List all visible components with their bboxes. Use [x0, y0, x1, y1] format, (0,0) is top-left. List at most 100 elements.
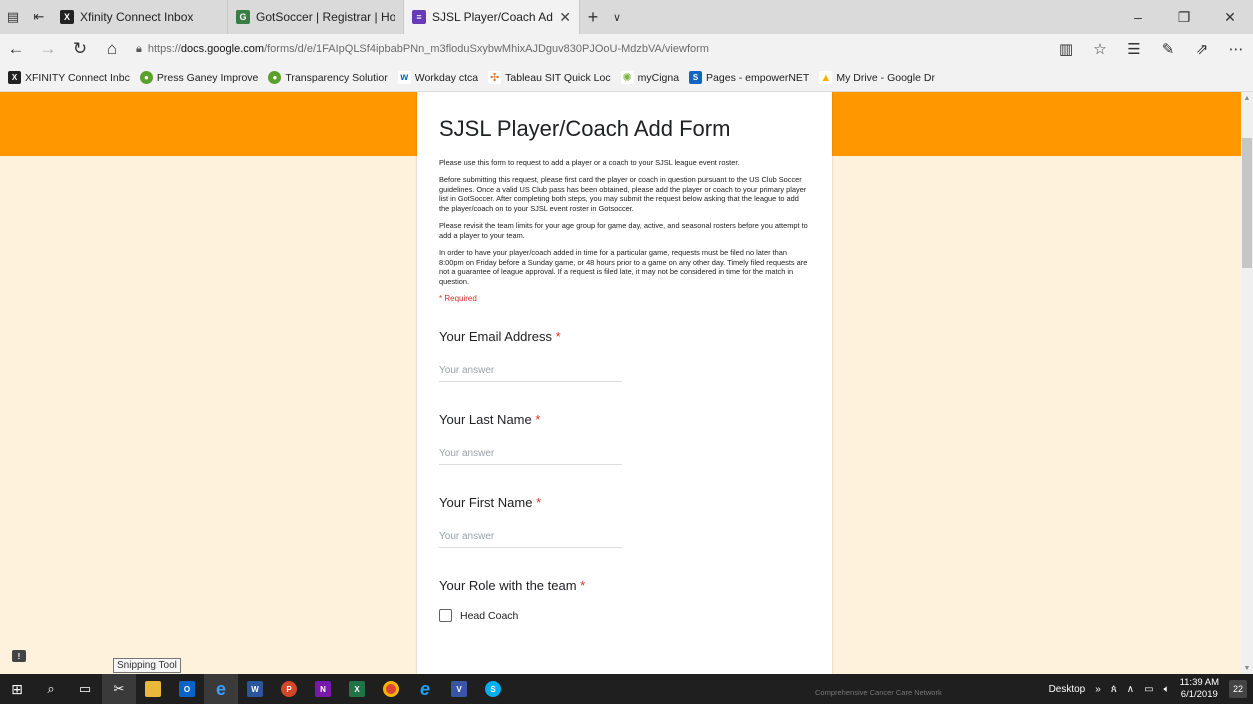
- maximize-button[interactable]: ❐: [1161, 0, 1207, 34]
- skype-icon[interactable]: S: [476, 674, 510, 704]
- excel-logo-icon: X: [349, 681, 365, 697]
- url-field[interactable]: 🔒︎ https://docs.google.com/forms/d/e/1FA…: [136, 37, 996, 61]
- scroll-down-icon[interactable]: ▼: [1241, 662, 1253, 674]
- favorite-press-ganey[interactable]: ● Press Ganey Improve: [139, 71, 259, 84]
- word-icon[interactable]: W: [238, 674, 272, 704]
- checkbox[interactable]: [439, 609, 452, 623]
- visio-icon[interactable]: V: [442, 674, 476, 704]
- description-paragraph: Before submitting this request, please f…: [439, 175, 807, 213]
- favorite-label: XFINITY Connect Inbc: [25, 71, 130, 84]
- windows-start-icon[interactable]: ⊞: [0, 674, 34, 704]
- visio-logo-icon: V: [451, 681, 467, 697]
- snipping-tool-tooltip: Snipping Tool: [113, 658, 181, 673]
- refresh-icon[interactable]: ↻: [64, 39, 96, 59]
- question-label: Your Email Address: [439, 329, 552, 345]
- form-title: SJSL Player/Coach Add Form: [439, 116, 731, 141]
- toolbar-expand-icon[interactable]: »: [1095, 684, 1101, 695]
- feedback-icon[interactable]: !: [12, 650, 26, 662]
- action-center-icon[interactable]: 22: [1229, 680, 1247, 698]
- description-paragraph: In order to have your player/coach added…: [439, 248, 808, 286]
- new-tab-button[interactable]: +: [580, 0, 606, 34]
- page-scrollbar[interactable]: ▲ ▼: [1241, 92, 1253, 674]
- onenote-icon[interactable]: N: [306, 674, 340, 704]
- favorite-google-drive[interactable]: ▲ My Drive - Google Dr: [819, 71, 935, 84]
- chrome-logo-icon: [383, 681, 399, 697]
- tab-sjsl-form[interactable]: ≡ SJSL Player/Coach Add ✕: [404, 0, 580, 34]
- tab-preview-chevron-icon[interactable]: ∨: [606, 0, 628, 34]
- people-icon[interactable]: ጰ: [1111, 684, 1117, 695]
- favorite-label: Press Ganey Improve: [156, 71, 259, 84]
- required-star: *: [580, 578, 586, 594]
- excel-icon[interactable]: X: [340, 674, 374, 704]
- cigna-icon: ✺: [620, 71, 634, 84]
- tab-xfinity[interactable]: X Xfinity Connect Inbox: [52, 0, 228, 34]
- minimize-button[interactable]: –: [1115, 0, 1161, 34]
- favorite-workday[interactable]: w Workday ctca: [397, 71, 479, 84]
- outlook-icon[interactable]: O: [170, 674, 204, 704]
- tab-title: GotSoccer | Registrar | Hom: [256, 10, 395, 24]
- last-name-input[interactable]: [439, 443, 622, 466]
- outlook-logo-icon: O: [179, 681, 195, 697]
- network-label: Comprehensive Cancer Care Network: [815, 688, 942, 697]
- url-prefix: https://: [147, 43, 181, 55]
- reading-view-icon[interactable]: ▥: [1049, 40, 1083, 58]
- favorite-xfinity[interactable]: X XFINITY Connect Inbc: [8, 71, 130, 84]
- favorite-empowernet[interactable]: S Pages - empowerNET: [689, 71, 809, 84]
- form-description: Please use this form to request to add a…: [439, 158, 810, 286]
- question-title: Your Role with the team *: [439, 578, 810, 593]
- required-note: * Required: [439, 294, 477, 304]
- edge-icon[interactable]: e: [204, 674, 238, 704]
- home-icon[interactable]: ⌂: [96, 39, 128, 59]
- favorite-transparency[interactable]: ● Transparency Solutior: [268, 71, 388, 84]
- onenote-logo-icon: N: [315, 681, 331, 697]
- close-tab-icon[interactable]: ✕: [559, 9, 571, 26]
- browser-tab-bar: ▤ ⇤ X Xfinity Connect Inbox G GotSoccer …: [0, 0, 1253, 34]
- scroll-up-icon[interactable]: ▲: [1241, 92, 1253, 104]
- clock-time: 11:39 AM: [1179, 677, 1219, 689]
- internet-explorer-icon[interactable]: e: [408, 674, 442, 704]
- file-explorer-icon[interactable]: [136, 674, 170, 704]
- search-icon[interactable]: ⌕: [34, 674, 68, 704]
- first-name-input[interactable]: [439, 526, 622, 549]
- snipping-tool-icon[interactable]: ✂: [102, 674, 136, 704]
- lock-icon: 🔒︎: [136, 42, 142, 55]
- role-option-head-coach[interactable]: Head Coach: [439, 609, 810, 623]
- tab-title: Xfinity Connect Inbox: [80, 10, 194, 24]
- chrome-icon[interactable]: [374, 674, 408, 704]
- close-window-button[interactable]: ✕: [1207, 0, 1253, 34]
- share-icon[interactable]: ⇗: [1185, 40, 1219, 58]
- show-tabs-aside-icon[interactable]: ⇤: [26, 0, 52, 34]
- xfinity-icon: X: [60, 10, 74, 24]
- powerpoint-icon[interactable]: P: [272, 674, 306, 704]
- forward-arrow-icon[interactable]: →: [32, 39, 64, 59]
- question-label: Your First Name: [439, 495, 533, 511]
- question-role: Your Role with the team * Head Coach: [439, 578, 810, 623]
- taskbar-clock[interactable]: 11:39 AM 6/1/2019: [1180, 677, 1219, 701]
- pen-icon[interactable]: ✎: [1151, 40, 1185, 58]
- task-view-icon[interactable]: ▭: [68, 674, 102, 704]
- desktop-toolbar[interactable]: Desktop: [1049, 684, 1086, 695]
- scrollbar-thumb[interactable]: [1242, 138, 1252, 268]
- favorite-label: Pages - empowerNET: [706, 71, 810, 84]
- battery-icon[interactable]: ▭: [1144, 684, 1153, 695]
- favorite-label: Workday ctca: [414, 71, 479, 84]
- question-title: Your First Name *: [439, 495, 810, 510]
- volume-icon[interactable]: 🔈︎: [1164, 684, 1170, 695]
- back-arrow-icon[interactable]: ←: [0, 39, 32, 59]
- favorite-tableau[interactable]: ✣ Tableau SIT Quick Loc: [488, 71, 611, 84]
- favorite-mycigna[interactable]: ✺ myCigna: [620, 71, 679, 84]
- favorites-bar: X XFINITY Connect Inbc ● Press Ganey Impro…: [0, 64, 1253, 92]
- ie-logo-icon: e: [419, 678, 430, 699]
- favorite-label: Tableau SIT Quick Loc: [505, 71, 611, 84]
- tab-gotsoccer[interactable]: G GotSoccer | Registrar | Hom: [228, 0, 404, 34]
- favorites-hub-icon[interactable]: ☰: [1117, 40, 1151, 58]
- required-star: *: [555, 329, 561, 345]
- required-star: *: [536, 495, 542, 511]
- favorite-star-icon[interactable]: ☆: [1083, 40, 1117, 58]
- email-input[interactable]: [439, 360, 622, 383]
- show-hidden-icons-chevron[interactable]: ∧: [1127, 684, 1134, 695]
- more-menu-icon[interactable]: ⋯: [1219, 40, 1253, 58]
- set-aside-tabs-icon[interactable]: ▤: [0, 0, 26, 34]
- required-star: *: [535, 412, 541, 428]
- leaf-icon: ●: [139, 71, 153, 84]
